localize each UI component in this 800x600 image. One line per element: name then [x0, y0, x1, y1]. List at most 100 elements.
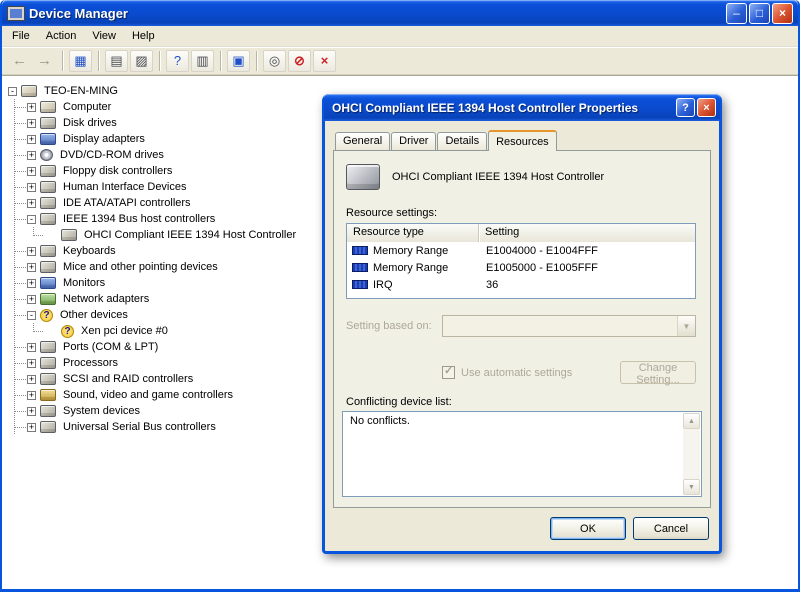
expand-icon[interactable]: +: [27, 279, 36, 288]
ieee1394-controller-icon: [40, 213, 56, 225]
export-list-icon[interactable]: ▥: [191, 50, 214, 72]
menu-file[interactable]: File: [4, 28, 38, 44]
network-adapter-icon: [40, 293, 56, 305]
ok-button[interactable]: OK: [550, 517, 626, 540]
print-icon[interactable]: ▨: [130, 50, 153, 72]
tree-item-label[interactable]: TEO-EN-MING: [41, 84, 121, 98]
expand-icon[interactable]: +: [27, 199, 36, 208]
expand-icon[interactable]: +: [27, 407, 36, 416]
tree-item-label[interactable]: Sound, video and game controllers: [60, 388, 236, 402]
resource-rows: Memory RangeE1004000 - E1004FFFMemory Ra…: [347, 242, 695, 293]
tree-item-label[interactable]: IEEE 1394 Bus host controllers: [60, 212, 218, 226]
expand-icon[interactable]: +: [27, 119, 36, 128]
expand-icon[interactable]: +: [27, 151, 36, 160]
resource-row[interactable]: IRQ 36: [347, 276, 695, 293]
update-driver-icon[interactable]: ▣: [227, 50, 250, 72]
tree-item-label[interactable]: Mice and other pointing devices: [60, 260, 221, 274]
tab-general[interactable]: General: [335, 132, 390, 150]
tab-details[interactable]: Details: [437, 132, 487, 150]
tree-item-label[interactable]: Ports (COM & LPT): [60, 340, 161, 354]
use-automatic-checkbox: ✓: [442, 366, 455, 379]
resource-type-header[interactable]: Resource type: [347, 224, 479, 242]
scroll-down-icon[interactable]: ▼: [683, 479, 700, 495]
expand-icon[interactable]: +: [27, 295, 36, 304]
expand-icon[interactable]: +: [27, 343, 36, 352]
cancel-button[interactable]: Cancel: [633, 517, 709, 540]
tab-resources[interactable]: Resources: [488, 130, 557, 151]
expand-icon[interactable]: +: [27, 167, 36, 176]
resource-row[interactable]: Memory RangeE1004000 - E1004FFF: [347, 242, 695, 259]
menu-bar: File Action View Help: [2, 26, 798, 47]
tree-item-label[interactable]: OHCI Compliant IEEE 1394 Host Controller: [81, 228, 299, 242]
disk-drive-icon: [40, 117, 56, 129]
tree-item-label[interactable]: DVD/CD-ROM drives: [57, 148, 167, 162]
forward-icon[interactable]: →: [33, 50, 56, 72]
tree-item-label[interactable]: Monitors: [60, 276, 108, 290]
collapse-icon[interactable]: -: [27, 311, 36, 320]
tree-item-label[interactable]: Keyboards: [60, 244, 119, 258]
resource-row[interactable]: Memory RangeE1005000 - E1005FFF: [347, 259, 695, 276]
expand-icon[interactable]: +: [27, 263, 36, 272]
show-console-tree-icon[interactable]: ▦: [69, 50, 92, 72]
system-device-icon: [40, 405, 56, 417]
tree-item-label[interactable]: Universal Serial Bus controllers: [60, 420, 219, 434]
uninstall-device-icon[interactable]: ×: [313, 50, 336, 72]
sound-device-icon: [40, 389, 56, 401]
toolbar: ←→ ▦ ▤▨?▥ ▣ ◎⊘×: [2, 47, 798, 75]
back-icon[interactable]: ←: [8, 50, 31, 72]
dvd-drive-icon: [40, 149, 53, 161]
conflicting-device-list[interactable]: No conflicts. ▲ ▼: [342, 411, 702, 497]
expand-icon[interactable]: +: [27, 423, 36, 432]
menu-help[interactable]: Help: [124, 28, 163, 44]
dialog-close-button[interactable]: ×: [697, 98, 716, 117]
dialog-help-button[interactable]: ?: [676, 98, 695, 117]
minimize-button[interactable]: –: [726, 3, 747, 24]
dialog-titlebar[interactable]: OHCI Compliant IEEE 1394 Host Controller…: [324, 94, 720, 121]
tree-item-label[interactable]: Xen pci device #0: [78, 324, 171, 338]
dialog-tabs: General Driver Details Resources: [333, 129, 711, 150]
tree-item-label[interactable]: Computer: [60, 100, 114, 114]
toolbar-separator: [220, 51, 221, 71]
dialog-title: OHCI Compliant IEEE 1394 Host Controller…: [332, 101, 674, 115]
tree-item-label[interactable]: Display adapters: [60, 132, 148, 146]
setting-value-cell: 36: [479, 279, 498, 291]
setting-header[interactable]: Setting: [479, 224, 525, 242]
expand-icon[interactable]: +: [27, 135, 36, 144]
menu-action[interactable]: Action: [38, 28, 85, 44]
tree-item-label[interactable]: Floppy disk controllers: [60, 164, 175, 178]
scan-hardware-icon[interactable]: ◎: [263, 50, 286, 72]
expand-icon[interactable]: +: [27, 375, 36, 384]
tree-item-label[interactable]: Network adapters: [60, 292, 152, 306]
tree-item-label[interactable]: Processors: [60, 356, 121, 370]
disable-device-icon[interactable]: ⊘: [288, 50, 311, 72]
menu-view[interactable]: View: [84, 28, 124, 44]
help-icon[interactable]: ?: [166, 50, 189, 72]
properties-icon[interactable]: ▤: [105, 50, 128, 72]
conflict-scrollbar[interactable]: ▲ ▼: [683, 413, 700, 495]
window-titlebar[interactable]: Device Manager – □ ×: [2, 0, 798, 26]
tree-item-label[interactable]: Other devices: [57, 308, 131, 322]
resource-type-text: IRQ: [373, 279, 393, 291]
expand-icon[interactable]: +: [27, 183, 36, 192]
scroll-up-icon[interactable]: ▲: [683, 413, 700, 429]
maximize-button[interactable]: □: [749, 3, 770, 24]
expand-icon[interactable]: +: [27, 359, 36, 368]
resource-type-cell: IRQ: [347, 279, 479, 291]
floppy-controller-icon: [40, 165, 56, 177]
collapse-icon[interactable]: -: [8, 87, 17, 96]
tree-item-label[interactable]: Human Interface Devices: [60, 180, 190, 194]
monitor-icon: [40, 277, 56, 289]
tree-item-label[interactable]: IDE ATA/ATAPI controllers: [60, 196, 194, 210]
tree-item-label[interactable]: Disk drives: [60, 116, 120, 130]
expand-icon[interactable]: +: [27, 247, 36, 256]
collapse-icon[interactable]: -: [27, 215, 36, 224]
expand-icon[interactable]: +: [27, 391, 36, 400]
close-button[interactable]: ×: [772, 3, 793, 24]
setting-value-cell: E1005000 - E1005FFF: [479, 262, 598, 274]
automatic-settings-row: ✓ Use automatic settings Change Setting.…: [442, 361, 696, 384]
tab-driver[interactable]: Driver: [391, 132, 436, 150]
tree-item-label[interactable]: SCSI and RAID controllers: [60, 372, 196, 386]
expand-icon[interactable]: +: [27, 103, 36, 112]
tree-item-label[interactable]: System devices: [60, 404, 143, 418]
setting-based-on-row: Setting based on: ▼: [346, 315, 696, 337]
